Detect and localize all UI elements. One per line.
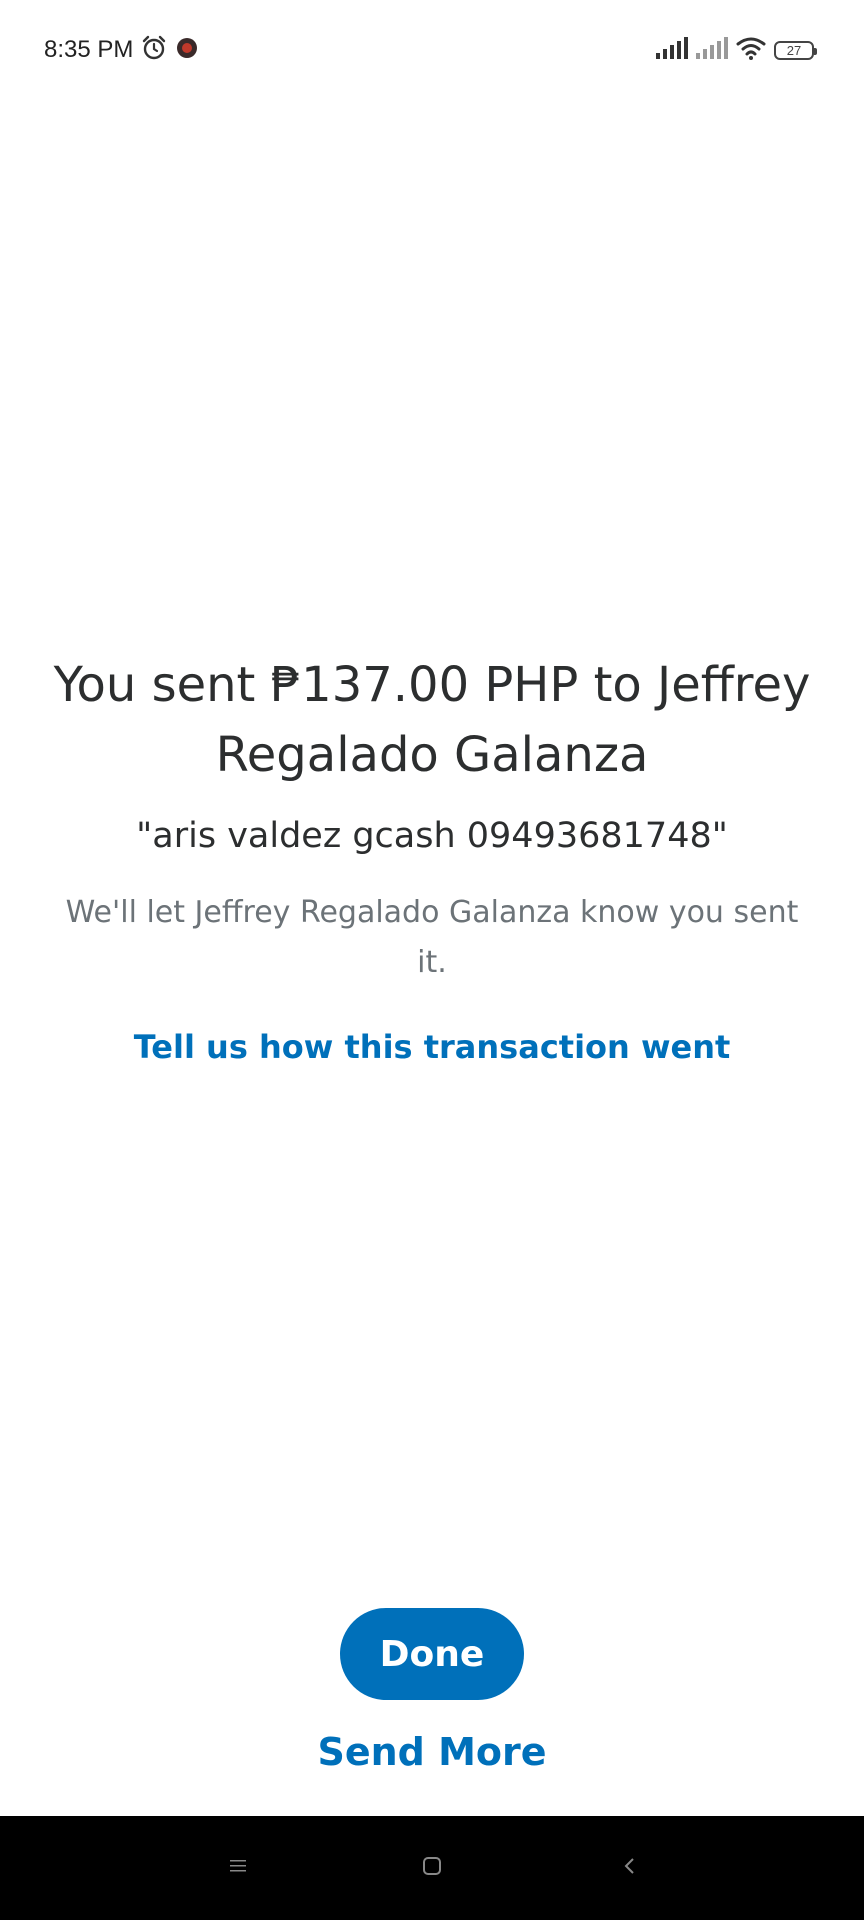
payment-memo: "aris valdez gcash 09493681748" <box>136 816 728 856</box>
system-navigation-bar <box>0 1816 864 1920</box>
status-time: 8:35 PM <box>44 36 134 63</box>
status-left: 8:35 PM <box>44 35 199 66</box>
app-notification-icon <box>175 36 199 65</box>
alarm-icon <box>141 35 167 66</box>
menu-icon <box>228 1857 248 1880</box>
payment-confirmation-screen: 8:35 PM 27 You sent ₱137.00 PHP to Jeffr… <box>0 0 864 1920</box>
home-square-icon <box>421 1855 443 1882</box>
confirmation-content: You sent ₱137.00 PHP to Jeffrey Regalado… <box>40 650 824 1066</box>
recent-apps-button[interactable] <box>198 1816 278 1920</box>
confirmation-headline: You sent ₱137.00 PHP to Jeffrey Regalado… <box>53 657 811 783</box>
send-more-link[interactable]: Send More <box>0 1730 864 1774</box>
signal-strength-icon <box>656 36 688 64</box>
recipient-notice: We'll let Jeffrey Regalado Galanza know … <box>65 895 799 980</box>
done-button[interactable]: Done <box>340 1608 524 1700</box>
battery-icon: 27 <box>774 40 817 60</box>
back-chevron-icon <box>620 1855 640 1882</box>
status-right: 27 <box>656 36 817 65</box>
back-button[interactable] <box>590 1816 670 1920</box>
transaction-feedback-link[interactable]: Tell us how this transaction went <box>134 1028 731 1066</box>
home-button[interactable] <box>392 1816 472 1920</box>
signal-strength-secondary-icon <box>696 36 728 64</box>
status-bar: 8:35 PM 27 <box>0 0 864 100</box>
wifi-icon <box>736 36 766 65</box>
